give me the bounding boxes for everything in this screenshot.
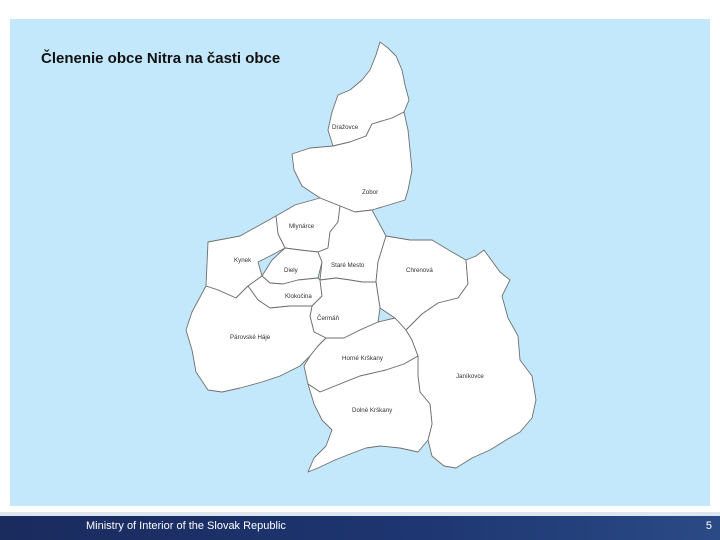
label-kynek: Kynek — [234, 257, 252, 264]
label-drazovce: Dražovce — [332, 124, 359, 131]
label-mlynarce: Mlynárce — [289, 223, 315, 230]
label-klokocina: Klokočina — [285, 293, 312, 300]
label-parovske-haje: Párovské Háje — [230, 334, 271, 341]
footer-bar: Ministry of Interior of the Slovak Repub… — [0, 516, 720, 540]
label-stare-mesto: Staré Mesto — [331, 262, 365, 269]
page-number: 5 — [705, 520, 712, 532]
label-chrenova: Chrenová — [406, 267, 433, 274]
label-zobor: Zobor — [362, 189, 378, 196]
label-diely: Diely — [284, 267, 299, 274]
footer-ministry-text: Ministry of Interior of the Slovak Repub… — [86, 520, 286, 532]
map-panel: Dražovce Zobor Mlynárce Kynek Diely Star… — [10, 19, 710, 506]
label-horne-krskany: Horné Krškany — [342, 355, 384, 362]
label-cerman: Čermáň — [317, 315, 340, 322]
label-dolne-krskany: Dolné Krškany — [352, 407, 393, 414]
map-title: Členenie obce Nitra na časti obce — [41, 50, 281, 67]
district-map: Dražovce Zobor Mlynárce Kynek Diely Star… — [185, 41, 537, 473]
label-janikovce: Janíkovce — [456, 373, 484, 380]
